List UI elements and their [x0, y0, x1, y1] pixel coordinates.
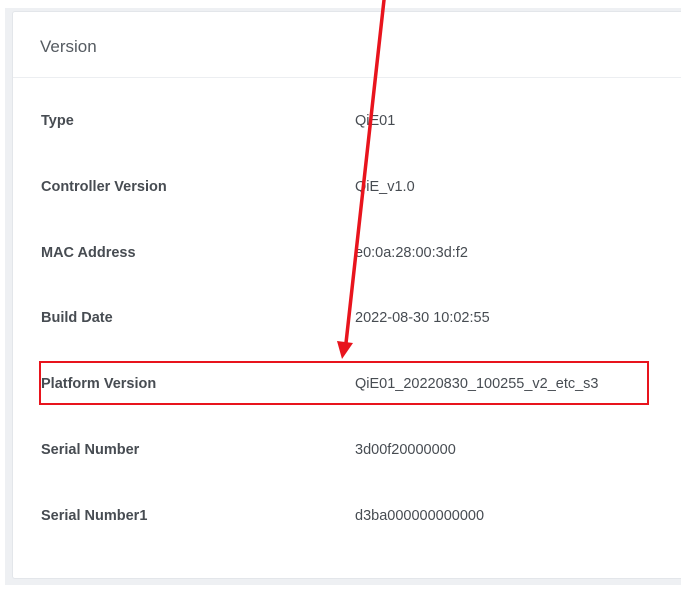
- card-header: Version: [13, 12, 681, 78]
- row-label: Type: [41, 113, 74, 129]
- info-row-type: Type QiE01: [13, 107, 681, 137]
- row-label: Platform Version: [41, 376, 157, 392]
- row-value: 3d00f20000000: [355, 442, 456, 458]
- row-value: QiE_v1.0: [355, 179, 415, 195]
- version-card: Version Type QiE01 Controller Version Qi…: [12, 11, 681, 579]
- info-row-mac-address: MAC Address e0:0a:28:00:3d:f2: [13, 239, 681, 269]
- card-title: Version: [40, 37, 97, 56]
- row-value: e0:0a:28:00:3d:f2: [355, 245, 468, 261]
- info-row-build-date: Build Date 2022-08-30 10:02:55: [13, 304, 681, 334]
- info-row-controller-version: Controller Version QiE_v1.0: [13, 173, 681, 203]
- info-row-serial-number1: Serial Number1 d3ba000000000000: [13, 502, 681, 532]
- row-value: d3ba000000000000: [355, 508, 485, 524]
- row-value: 2022-08-30 10:02:55: [355, 310, 490, 326]
- row-label: MAC Address: [41, 245, 136, 261]
- info-row-serial-number: Serial Number 3d00f20000000: [13, 436, 681, 466]
- row-label: Serial Number1: [41, 508, 148, 524]
- row-value: QiE01_20220830_100255_v2_etc_s3: [355, 376, 599, 392]
- row-value: QiE01: [355, 113, 396, 129]
- row-label: Build Date: [41, 310, 113, 326]
- row-label: Serial Number: [41, 442, 140, 458]
- row-label: Controller Version: [41, 179, 167, 195]
- info-row-platform-version: Platform Version QiE01_20220830_100255_v…: [13, 370, 681, 400]
